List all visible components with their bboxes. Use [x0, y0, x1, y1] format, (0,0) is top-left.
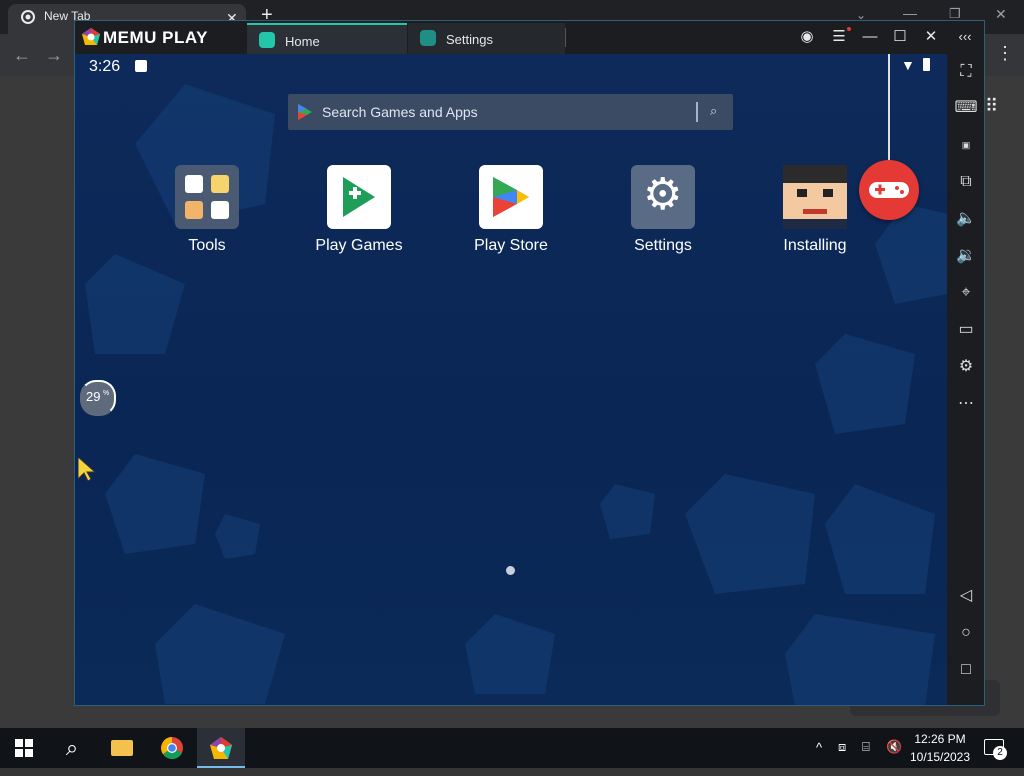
keyboard-mapping-icon[interactable]: ⌨ [947, 97, 984, 119]
memory-percent: 29 [86, 389, 101, 404]
tray-overflow-icon[interactable]: ^ [816, 740, 822, 755]
minimize-icon[interactable]: — [860, 27, 880, 47]
android-status-bar: 3:26 ▼ [75, 54, 947, 82]
collapse-sidebar-icon[interactable]: ‹‹‹ [955, 27, 975, 47]
shared-folder-icon[interactable]: ▭ [947, 319, 984, 341]
tray-device-icon[interactable]: ⧈ [838, 739, 846, 755]
network-icon[interactable]: ⌸ [862, 739, 870, 755]
app-installing[interactable]: Installing [755, 165, 875, 255]
windows-taskbar: ⌕ ^ ⧈ ⌸ 🔇 12:26 PM 10/15/2023 2 [0, 728, 1024, 768]
home-tab-icon [259, 32, 275, 48]
start-button[interactable] [0, 728, 48, 768]
memu-window: MEMU PLAY Home Settings ◉ ☰ — ☐ ✕ ‹‹‹ 3:… [74, 20, 985, 706]
app-label: Installing [783, 237, 847, 254]
app-settings[interactable]: ⚙ Settings [603, 165, 723, 255]
memu-titlebar: MEMU PLAY Home Settings ◉ ☰ — ☐ ✕ ‹‹‹ [75, 21, 984, 56]
tray-date[interactable]: 10/15/2023 [898, 750, 982, 764]
notification-icon [135, 60, 147, 72]
search-icon[interactable]: ⌕ [710, 103, 717, 119]
fullscreen-icon[interactable]: ⛶ [947, 61, 984, 83]
page-indicator-dot [506, 566, 515, 575]
search-divider [696, 102, 698, 122]
memu-taskbar-icon[interactable] [197, 728, 245, 768]
search-input[interactable]: Search Games and Apps [322, 104, 478, 120]
chrome-favicon-icon [21, 10, 35, 24]
apps-grid-icon[interactable]: ⠿ [985, 96, 998, 117]
memu-logo-icon [82, 28, 100, 45]
volume-down-icon[interactable]: 🔉 [947, 245, 984, 267]
wallpaper-pentagons [85, 84, 947, 705]
recents-nav-icon[interactable]: □ [947, 659, 984, 681]
app-label: Play Store [474, 237, 548, 254]
forward-arrow-icon[interactable]: → [45, 46, 63, 64]
tab-home-label: Home [285, 34, 320, 49]
battery-icon [923, 58, 930, 71]
home-nav-icon[interactable]: ○ [947, 622, 984, 644]
back-nav-icon[interactable]: ◁ [947, 585, 984, 607]
memu-side-toolbar: ⛶ ⌨ ▣ ⧉ 🔈 🔉 ⌖ ▭ ⚙ ⋯ ◁ ○ □ [947, 54, 984, 705]
apk-install-icon[interactable]: ▣ [947, 134, 984, 156]
status-clock: 3:26 [89, 58, 121, 75]
menu-icon[interactable]: ☰ [829, 27, 849, 47]
gamepad-icon [869, 182, 909, 198]
app-tools[interactable]: Tools [147, 165, 267, 255]
chrome-menu-icon[interactable]: ⋮ [996, 44, 1014, 62]
play-store-icon [298, 104, 312, 120]
memu-brand: MEMU PLAY [103, 28, 208, 47]
play-store-app-icon [479, 165, 543, 229]
settings-gear-icon: ⚙ [631, 165, 695, 229]
app-label: Settings [634, 237, 692, 254]
installing-game-icon [783, 165, 847, 229]
search-games-bar[interactable]: Search Games and Apps ⌕ [288, 94, 733, 130]
gamepad-tether-line [888, 54, 890, 162]
app-play-games[interactable]: Play Games [299, 165, 419, 255]
android-home-screen: 3:26 ▼ Search Games and Apps ⌕ Tools Pla… [75, 54, 947, 705]
chrome-taskbar-icon[interactable] [148, 728, 196, 768]
memory-unit: % [103, 390, 110, 397]
wifi-icon: ▼ [901, 57, 915, 73]
back-arrow-icon[interactable]: ← [13, 46, 31, 64]
windows-logo-icon [15, 739, 33, 757]
location-icon[interactable]: ⌖ [947, 282, 984, 304]
notification-count-badge: 2 [993, 746, 1007, 760]
multi-instance-icon[interactable]: ⧉ [947, 171, 984, 193]
tools-folder-icon [175, 165, 239, 229]
close-icon[interactable]: ✕ [921, 27, 941, 47]
floating-gamepad-button[interactable] [859, 160, 919, 220]
account-icon[interactable]: ◉ [797, 27, 817, 47]
chrome-close-icon[interactable]: ✕ [995, 5, 1007, 23]
settings-icon[interactable]: ⚙ [947, 356, 984, 378]
tab-settings[interactable]: Settings [408, 23, 565, 54]
settings-tab-icon [420, 30, 436, 46]
volume-up-icon[interactable]: 🔈 [947, 208, 984, 230]
app-play-store[interactable]: Play Store [451, 165, 571, 255]
app-label: Tools [188, 237, 226, 254]
tab-home[interactable]: Home [247, 23, 407, 56]
tab-divider [565, 28, 566, 47]
memory-cleaner-widget[interactable]: 29 % [80, 380, 116, 416]
tab-settings-label: Settings [446, 32, 493, 47]
file-explorer-icon[interactable] [98, 728, 146, 768]
menu-badge-dot [847, 27, 851, 31]
app-label: Play Games [315, 237, 403, 254]
maximize-icon[interactable]: ☐ [890, 27, 910, 47]
tray-time[interactable]: 12:26 PM [898, 732, 982, 746]
more-icon[interactable]: ⋯ [947, 393, 984, 415]
taskbar-search-icon[interactable]: ⌕ [48, 728, 96, 768]
mouse-cursor-icon [78, 457, 96, 481]
play-games-icon [327, 165, 391, 229]
